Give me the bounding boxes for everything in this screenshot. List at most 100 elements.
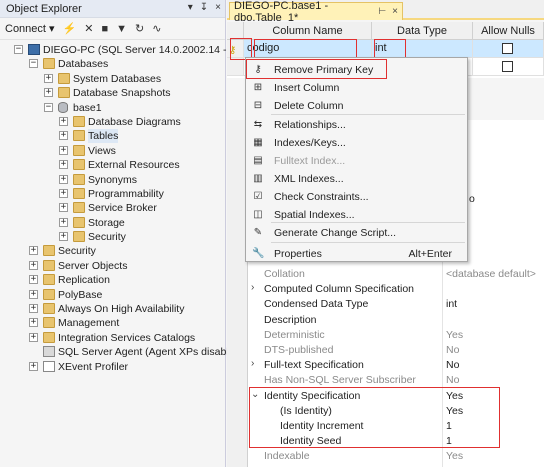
tree-node-label: Database Diagrams	[88, 115, 181, 128]
expand-icon[interactable]: +	[29, 318, 38, 328]
property-row[interactable]: › Full-text Specification No	[248, 358, 544, 373]
tab-pin-icon[interactable]: ⊢	[378, 6, 386, 17]
annotation-highlight-box	[374, 39, 406, 59]
expand-icon[interactable]: +	[29, 361, 38, 371]
server-objects-folder[interactable]: + Server Objects	[0, 259, 226, 273]
security-folder[interactable]: + Security	[0, 244, 226, 258]
expand-icon[interactable]: +	[44, 88, 53, 98]
menu-item-label: Relationships...	[274, 119, 346, 131]
filter-icon[interactable]: ▼	[116, 23, 127, 35]
security-db-folder[interactable]: + Security	[0, 230, 226, 244]
collapse-icon[interactable]: −	[44, 102, 53, 112]
storage-folder[interactable]: + Storage	[0, 216, 226, 230]
property-value[interactable]: No	[446, 374, 459, 386]
menu-item-label: Fulltext Index...	[274, 155, 346, 167]
delete-column-icon: ⊟	[253, 100, 263, 111]
management-folder[interactable]: + Management	[0, 316, 226, 330]
indexes-icon: ▦	[253, 137, 263, 148]
polybase-folder[interactable]: + PolyBase	[0, 288, 226, 302]
always-on-folder[interactable]: + Always On High Availability	[0, 302, 226, 316]
property-row[interactable]: › Computed Column Specification	[248, 282, 544, 297]
integration-services-folder[interactable]: + Integration Services Catalogs	[0, 331, 226, 345]
property-value[interactable]: Yes	[446, 329, 463, 341]
close-icon[interactable]: ×	[215, 2, 221, 13]
tab-table-designer[interactable]: DIEGO-PC.base1 - dbo.Table_1* ⊢ ×	[229, 0, 403, 24]
database-diagrams-folder[interactable]: + Database Diagrams	[0, 115, 226, 129]
folder-icon	[43, 58, 55, 70]
expand-icon[interactable]: +	[29, 246, 38, 256]
collapse-icon[interactable]: −	[29, 59, 38, 69]
expand-icon[interactable]: +	[59, 145, 68, 155]
xml-indexes-item[interactable]: ▥ XML Indexes...	[247, 170, 466, 188]
connect-button[interactable]: Connect ▾	[5, 22, 55, 35]
expand-icon[interactable]: +	[59, 160, 68, 170]
folder-icon	[73, 144, 85, 156]
expand-icon[interactable]: +	[59, 188, 68, 198]
property-value[interactable]: No	[446, 359, 459, 371]
programmability-folder[interactable]: + Programmability	[0, 187, 226, 201]
spatial-indexes-icon: ◫	[253, 209, 263, 220]
system-databases-folder[interactable]: + System Databases	[0, 72, 226, 86]
expand-icon[interactable]: +	[44, 73, 53, 83]
views-folder[interactable]: + Views	[0, 144, 226, 158]
expand-icon[interactable]: +	[59, 131, 68, 141]
expand-icon[interactable]: +	[59, 116, 68, 126]
stop-icon[interactable]: ■	[101, 23, 108, 35]
properties-item[interactable]: 🔧 Properties Alt+Enter	[247, 245, 466, 263]
property-row[interactable]: Description	[248, 313, 544, 328]
expand-icon[interactable]: +	[29, 260, 38, 270]
pin-icon[interactable]: ↧	[200, 2, 208, 13]
databases-folder[interactable]: − Databases	[0, 57, 226, 71]
folder-icon	[73, 187, 85, 199]
expand-arrow-icon[interactable]: ›	[251, 282, 254, 293]
relationships-item[interactable]: ⇆ Relationships...	[247, 116, 466, 134]
expand-icon[interactable]: +	[29, 304, 38, 314]
row-selector[interactable]	[227, 58, 244, 76]
external-resources-folder[interactable]: + External Resources	[0, 158, 226, 172]
delete-column-item[interactable]: ⊟ Delete Column	[247, 97, 466, 115]
replication-folder[interactable]: + Replication	[0, 273, 226, 287]
property-value[interactable]: <database default>	[446, 268, 536, 280]
expand-icon[interactable]: +	[29, 275, 38, 285]
server-node[interactable]: − DIEGO-PC (SQL Server 14.0.2002.14 - DIE…	[0, 43, 263, 57]
expand-icon[interactable]: +	[29, 332, 38, 342]
database-snapshots-folder[interactable]: + Database Snapshots	[0, 86, 226, 100]
property-row[interactable]: DTS-published No	[248, 343, 544, 358]
disconnect-icon[interactable]: ✕	[84, 22, 93, 35]
property-row[interactable]: Condensed Data Type int	[248, 297, 544, 312]
expand-arrow-icon[interactable]: ›	[251, 358, 254, 369]
expand-icon[interactable]: +	[29, 289, 38, 299]
indexes-keys-item[interactable]: ▦ Indexes/Keys...	[247, 134, 466, 152]
dropdown-arrow-icon[interactable]: ▾	[188, 2, 193, 13]
database-icon	[58, 101, 68, 113]
property-row[interactable]: Deterministic Yes	[248, 328, 544, 343]
property-value[interactable]: Yes	[446, 450, 463, 462]
connect-icon[interactable]: ⚡	[63, 22, 77, 35]
expand-icon[interactable]: +	[59, 232, 68, 242]
service-broker-folder[interactable]: + Service Broker	[0, 201, 226, 215]
sql-server-agent-node[interactable]: SQL Server Agent (Agent XPs disabled)	[0, 345, 244, 359]
fulltext-index-item[interactable]: ▤ Fulltext Index...	[247, 152, 466, 170]
object-explorer-title: Object Explorer	[6, 2, 82, 15]
property-value[interactable]: int	[446, 298, 457, 310]
check-constraints-item[interactable]: ☑ Check Constraints...	[247, 188, 466, 206]
property-value[interactable]: No	[446, 344, 459, 356]
activity-icon[interactable]: ∿	[152, 22, 161, 35]
database-base1[interactable]: − base1	[0, 101, 226, 115]
allow-nulls-checkbox[interactable]	[502, 61, 513, 72]
expand-icon[interactable]: +	[59, 203, 68, 213]
insert-column-item[interactable]: ⊞ Insert Column	[247, 79, 466, 97]
generate-change-script-item[interactable]: ✎ Generate Change Script...	[247, 224, 466, 242]
property-row[interactable]: Collation <database default>	[248, 267, 544, 282]
expand-icon[interactable]: +	[59, 174, 68, 184]
script-icon: ✎	[253, 227, 263, 238]
collapse-icon[interactable]: −	[14, 45, 23, 54]
allow-nulls-checkbox[interactable]	[502, 43, 513, 54]
refresh-icon[interactable]: ↻	[135, 22, 144, 35]
tab-close-icon[interactable]: ×	[392, 6, 398, 17]
synonyms-folder[interactable]: + Synonyms	[0, 173, 226, 187]
property-row[interactable]: Indexable Yes	[248, 449, 544, 464]
tables-folder[interactable]: + Tables	[0, 129, 226, 144]
xevent-profiler-node[interactable]: + XEvent Profiler	[0, 360, 226, 374]
expand-icon[interactable]: +	[59, 217, 68, 227]
